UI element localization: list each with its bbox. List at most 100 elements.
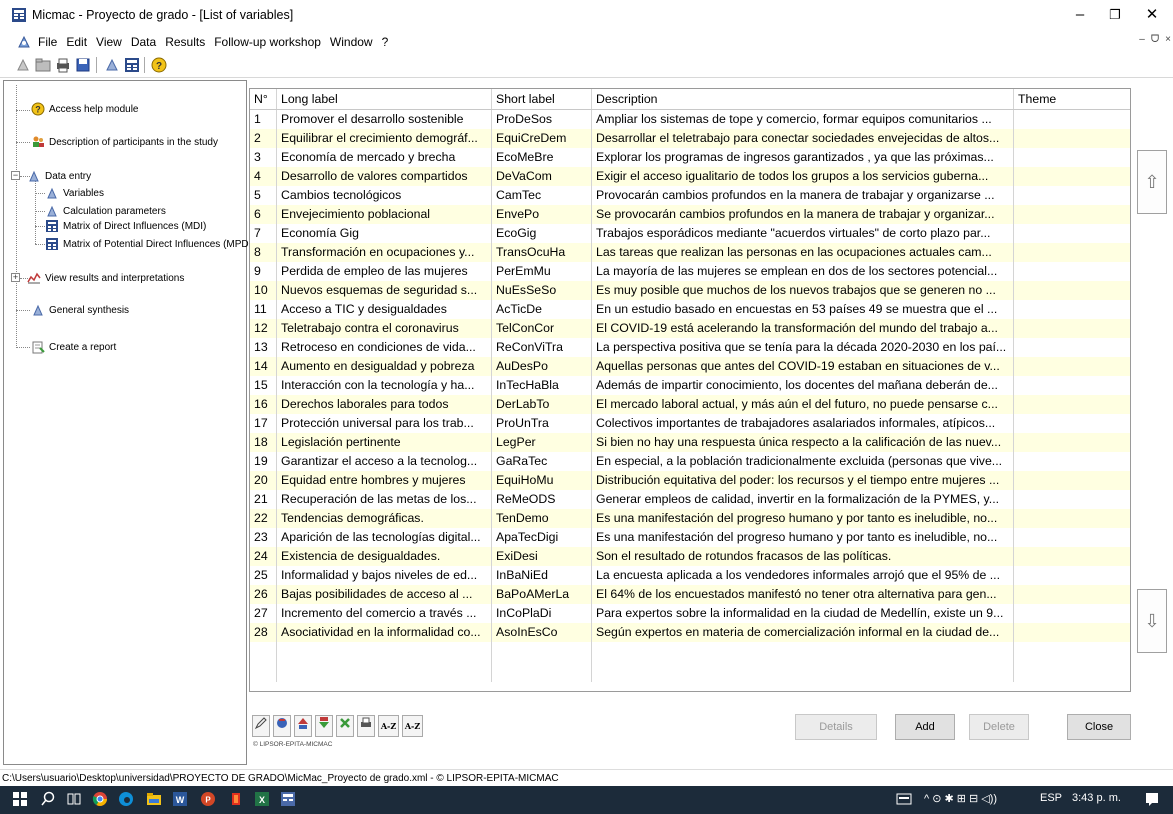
- cell-long-label[interactable]: Acceso a TIC y desigualdades: [277, 300, 492, 319]
- tree-item-variables[interactable]: Variables: [45, 186, 104, 200]
- data-entry-expander[interactable]: −: [11, 171, 20, 180]
- cell-description[interactable]: La perspectiva positiva que se tenía par…: [592, 338, 1014, 357]
- menu-window[interactable]: Window: [330, 35, 373, 49]
- cell-long-label[interactable]: Promover el desarrollo sostenible: [277, 110, 492, 129]
- table-row[interactable]: 9 Perdida de empleo de las mujeres PerEmMu…: [250, 262, 1130, 281]
- system-tray-icons[interactable]: ^ ⊙ ✱ ⊞ ⊟ ◁)): [924, 792, 997, 805]
- sort-ascending-button[interactable]: A-Z: [378, 715, 399, 737]
- cell-theme[interactable]: [1014, 623, 1130, 642]
- details-button[interactable]: Details: [795, 714, 877, 740]
- cell-description[interactable]: Es muy posible que muchos de los nuevos …: [592, 281, 1014, 300]
- cell-description[interactable]: Se provocarán cambios profundos en la ma…: [592, 205, 1014, 224]
- cell-number[interactable]: 12: [250, 319, 277, 338]
- cell-theme[interactable]: [1014, 110, 1130, 129]
- cell-short-label[interactable]: ExiDesi: [492, 547, 592, 566]
- cell-number[interactable]: 6: [250, 205, 277, 224]
- table-row[interactable]: 17 Protección universal para los trab... P…: [250, 414, 1130, 433]
- cell-short-label[interactable]: ReMeODS: [492, 490, 592, 509]
- view-results-expander[interactable]: +: [11, 273, 20, 282]
- minimize-button[interactable]: –: [1062, 2, 1098, 28]
- cell-long-label[interactable]: Perdida de empleo de las mujeres: [277, 262, 492, 281]
- move-up-icon[interactable]: [294, 715, 312, 737]
- new-icon[interactable]: [14, 56, 32, 74]
- cell-number[interactable]: 13: [250, 338, 277, 357]
- tree-item-calculation-parameters[interactable]: Calculation parameters: [45, 204, 166, 218]
- cell-short-label[interactable]: EcoGig: [492, 224, 592, 243]
- cell-description[interactable]: Si bien no hay una respuesta única respe…: [592, 433, 1014, 452]
- cell-theme[interactable]: [1014, 357, 1130, 376]
- cell-theme[interactable]: [1014, 186, 1130, 205]
- tree-item-access-help[interactable]: ? Access help module: [31, 102, 139, 116]
- scroll-up-button[interactable]: ⇧: [1137, 150, 1167, 214]
- table-row[interactable]: 22 Tendencias demográficas. TenDemo Es una …: [250, 509, 1130, 528]
- menu-data[interactable]: Data: [131, 35, 156, 49]
- cell-description[interactable]: Desarrollar el teletrabajo para conectar…: [592, 129, 1014, 148]
- mdi-minimize-button[interactable]: –: [1139, 34, 1145, 45]
- remove-icon[interactable]: [336, 715, 354, 737]
- cell-short-label[interactable]: ApaTecDigi: [492, 528, 592, 547]
- cell-theme[interactable]: [1014, 547, 1130, 566]
- cell-number[interactable]: 7: [250, 224, 277, 243]
- cell-long-label[interactable]: Informalidad y bajos niveles de ed...: [277, 566, 492, 585]
- cell-short-label[interactable]: CamTec: [492, 186, 592, 205]
- mdi-restore-button[interactable]: ᗜ: [1151, 34, 1159, 45]
- cell-short-label[interactable]: DeVaCom: [492, 167, 592, 186]
- table-row[interactable]: 16 Derechos laborales para todos DerLabTo E…: [250, 395, 1130, 414]
- cell-number[interactable]: 28: [250, 623, 277, 642]
- cell-short-label[interactable]: EnvePo: [492, 205, 592, 224]
- cell-theme[interactable]: [1014, 262, 1130, 281]
- table-row[interactable]: 24 Existencia de desigualdades. ExiDesi Son…: [250, 547, 1130, 566]
- cell-number[interactable]: 3: [250, 148, 277, 167]
- cell-number[interactable]: 26: [250, 585, 277, 604]
- cell-theme[interactable]: [1014, 376, 1130, 395]
- cell-theme[interactable]: [1014, 566, 1130, 585]
- cell-long-label[interactable]: Retroceso en condiciones de vida...: [277, 338, 492, 357]
- variables-icon[interactable]: [103, 56, 121, 74]
- cell-long-label[interactable]: Incremento del comercio a través ...: [277, 604, 492, 623]
- table-row[interactable]: 15 Interacción con la tecnología y ha... I…: [250, 376, 1130, 395]
- cell-theme[interactable]: [1014, 129, 1130, 148]
- table-row[interactable]: 3 Economía de mercado y brecha EcoMeBre Exp…: [250, 148, 1130, 167]
- table-row[interactable]: 27 Incremento del comercio a través ... In…: [250, 604, 1130, 623]
- cell-long-label[interactable]: Transformación en ocupaciones y...: [277, 243, 492, 262]
- cell-number[interactable]: 16: [250, 395, 277, 414]
- search-icon[interactable]: [40, 791, 56, 807]
- tree-item-mdi[interactable]: Matrix of Direct Influences (MDI): [45, 219, 206, 233]
- cell-description[interactable]: Ampliar los sistemas de tope y comercio,…: [592, 110, 1014, 129]
- language-indicator[interactable]: ESP: [1040, 792, 1062, 804]
- table-row[interactable]: 7 Economía Gig EcoGig Trabajos esporádicos …: [250, 224, 1130, 243]
- table-row[interactable]: 13 Retroceso en condiciones de vida... ReC…: [250, 338, 1130, 357]
- cell-number[interactable]: 24: [250, 547, 277, 566]
- cell-number[interactable]: 4: [250, 167, 277, 186]
- cell-description[interactable]: En un estudio basado en encuestas en 53 …: [592, 300, 1014, 319]
- cell-long-label[interactable]: Recuperación de las metas de los...: [277, 490, 492, 509]
- cell-long-label[interactable]: Nuevos esquemas de seguridad s...: [277, 281, 492, 300]
- restore-button[interactable]: ❐: [1097, 2, 1133, 28]
- cell-number[interactable]: 5: [250, 186, 277, 205]
- cell-long-label[interactable]: Garantizar el acceso a la tecnolog...: [277, 452, 492, 471]
- cell-theme[interactable]: [1014, 205, 1130, 224]
- table-row[interactable]: 10 Nuevos esquemas de seguridad s... NuEsS…: [250, 281, 1130, 300]
- cell-number[interactable]: 22: [250, 509, 277, 528]
- cell-theme[interactable]: [1014, 338, 1130, 357]
- cell-short-label[interactable]: DerLabTo: [492, 395, 592, 414]
- cell-number[interactable]: 10: [250, 281, 277, 300]
- print-icon[interactable]: [54, 56, 72, 74]
- keyboard-icon[interactable]: [896, 791, 912, 807]
- cell-number[interactable]: 21: [250, 490, 277, 509]
- cell-theme[interactable]: [1014, 471, 1130, 490]
- cell-number[interactable]: 17: [250, 414, 277, 433]
- cell-long-label[interactable]: Tendencias demográficas.: [277, 509, 492, 528]
- cell-theme[interactable]: [1014, 300, 1130, 319]
- app-red-icon[interactable]: [228, 791, 244, 807]
- cell-description[interactable]: La mayoría de las mujeres se emplean en …: [592, 262, 1014, 281]
- menu-view[interactable]: View: [96, 35, 122, 49]
- cell-description[interactable]: Para expertos sobre la informalidad en l…: [592, 604, 1014, 623]
- tree-item-create-report[interactable]: Create a report: [31, 340, 116, 354]
- table-row[interactable]: 23 Aparición de las tecnologías digital..…: [250, 528, 1130, 547]
- cell-long-label[interactable]: Existencia de desigualdades.: [277, 547, 492, 566]
- word-icon[interactable]: W: [172, 791, 188, 807]
- table-row[interactable]: 4 Desarrollo de valores compartidos DeVaCo…: [250, 167, 1130, 186]
- cell-long-label[interactable]: Teletrabajo contra el coronavirus: [277, 319, 492, 338]
- edge-icon[interactable]: [118, 791, 134, 807]
